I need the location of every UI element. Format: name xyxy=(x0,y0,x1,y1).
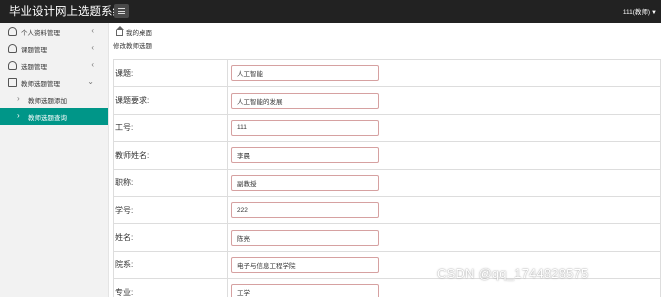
sidebar-item-label: 课题管理 xyxy=(21,47,47,54)
requirement-input[interactable] xyxy=(231,92,379,109)
app-title: 毕业设计网上选题系统 xyxy=(9,6,124,18)
table-row: 课题要求: xyxy=(113,86,661,115)
sidebar-item-label: 教师选题管理 xyxy=(21,81,60,88)
top-navbar: 毕业设计网上选题系统 111(教师)▼ xyxy=(0,0,661,23)
department-input[interactable] xyxy=(231,256,379,273)
user-icon xyxy=(8,27,17,36)
caret-down-icon: ▼ xyxy=(651,10,657,16)
form-title: 修改教师选题 xyxy=(113,43,152,50)
field-label: 学号: xyxy=(113,195,228,225)
sidebar-item-topics[interactable]: 课题管理 ‹ xyxy=(0,40,108,57)
menu-toggle-button[interactable] xyxy=(114,4,129,18)
student-id-input[interactable] xyxy=(231,202,379,219)
field-label: 教师姓名: xyxy=(113,141,228,170)
table-row: 工号: xyxy=(113,113,661,143)
sidebar-item-label: 选题管理 xyxy=(21,64,47,71)
topic-input[interactable] xyxy=(231,65,379,82)
document-icon xyxy=(8,78,17,87)
sidebar-item-label: 教师选题添加 xyxy=(28,98,67,105)
user-icon xyxy=(8,44,17,53)
sidebar: 个人资料管理 ‹ 课题管理 ‹ 选题管理 ‹ 教师选题管理 ⌄ › 教师选题添加… xyxy=(0,23,109,297)
user-menu[interactable]: 111(教师)▼ xyxy=(623,6,657,16)
field-label: 姓名: xyxy=(113,223,228,252)
sidebar-item-profile[interactable]: 个人资料管理 ‹ xyxy=(0,23,108,40)
sidebar-subitem-query[interactable]: › 教师选题查询 xyxy=(0,108,108,125)
chevron-left-icon: ‹ xyxy=(91,43,94,52)
main-content: 我的桌面 修改教师选题 课题: 课题要求: 工号: 教师姓名: 职称: 学号: … xyxy=(110,23,661,297)
breadcrumb-label: 我的桌面 xyxy=(126,30,152,37)
sidebar-item-label: 个人资料管理 xyxy=(21,30,60,37)
table-row: 课题: xyxy=(113,58,661,88)
field-label: 院系: xyxy=(113,250,228,280)
table-row: 专业: xyxy=(113,278,661,297)
watermark: CSDN @qq_1744828575 xyxy=(437,266,589,281)
breadcrumb[interactable]: 我的桌面 xyxy=(116,26,152,37)
staff-id-input[interactable] xyxy=(231,119,379,136)
user-icon xyxy=(8,61,17,70)
field-label: 课题: xyxy=(113,58,228,88)
table-row: 姓名: xyxy=(113,223,661,252)
chevron-right-icon: › xyxy=(17,94,20,103)
chevron-right-icon: › xyxy=(17,111,20,120)
edit-form-table: 课题: 课题要求: 工号: 教师姓名: 职称: 学号: 姓名: 院系: xyxy=(113,58,661,297)
field-label: 专业: xyxy=(113,278,228,297)
sidebar-item-teacher-selection[interactable]: 教师选题管理 ⌄ xyxy=(0,74,108,91)
major-input[interactable] xyxy=(231,284,379,297)
field-label: 职称: xyxy=(113,168,228,197)
hamburger-icon xyxy=(118,8,125,9)
table-row: 职称: xyxy=(113,168,661,197)
field-label: 课题要求: xyxy=(113,86,228,115)
sidebar-subitem-add[interactable]: › 教师选题添加 xyxy=(0,91,108,108)
home-icon xyxy=(116,26,124,36)
chevron-down-icon: ⌄ xyxy=(87,77,94,86)
teacher-name-input[interactable] xyxy=(231,147,379,164)
table-row: 学号: xyxy=(113,195,661,225)
chevron-left-icon: ‹ xyxy=(91,60,94,69)
chevron-left-icon: ‹ xyxy=(91,26,94,35)
sidebar-item-label: 教师选题查询 xyxy=(28,115,67,122)
user-menu-label: 111(教师) xyxy=(622,9,651,16)
sidebar-item-selection[interactable]: 选题管理 ‹ xyxy=(0,57,108,74)
student-name-input[interactable] xyxy=(231,229,379,246)
table-row: 教师姓名: xyxy=(113,141,661,170)
field-label: 工号: xyxy=(113,113,228,143)
title-rank-input[interactable] xyxy=(231,174,379,191)
